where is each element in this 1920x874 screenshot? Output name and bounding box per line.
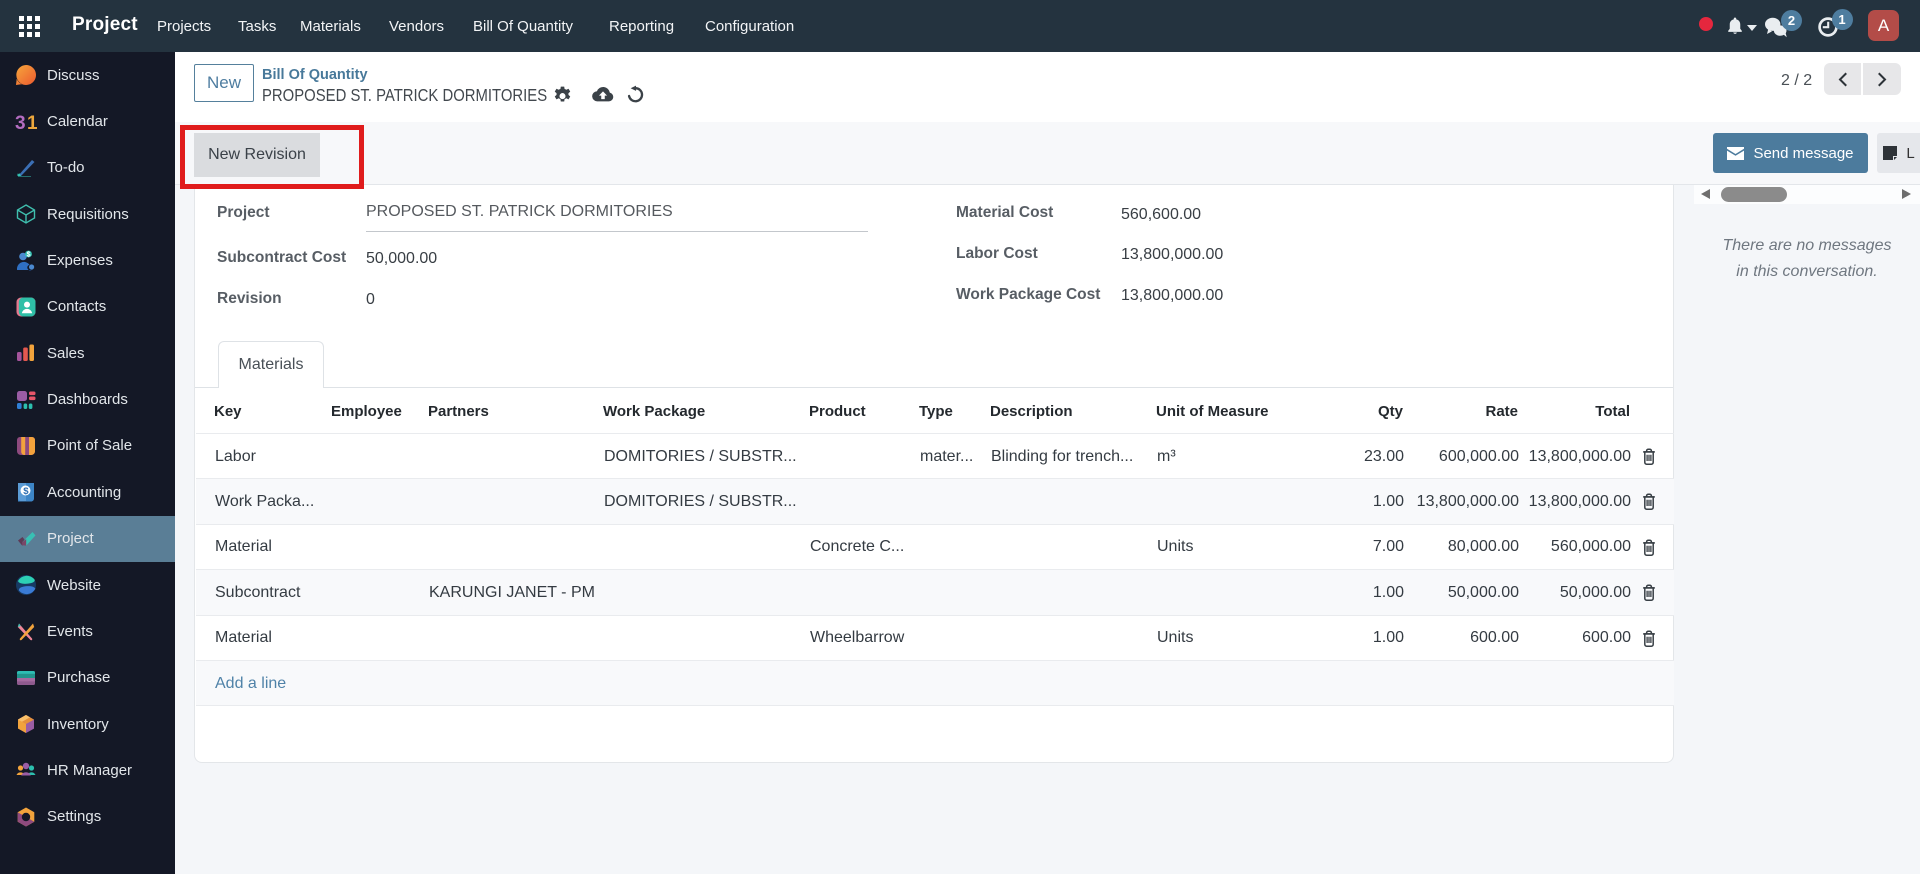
svg-text:3: 3 [15,113,26,133]
svg-text:$: $ [23,486,29,497]
svg-text:$: $ [27,251,31,258]
svg-text:1: 1 [27,113,37,133]
